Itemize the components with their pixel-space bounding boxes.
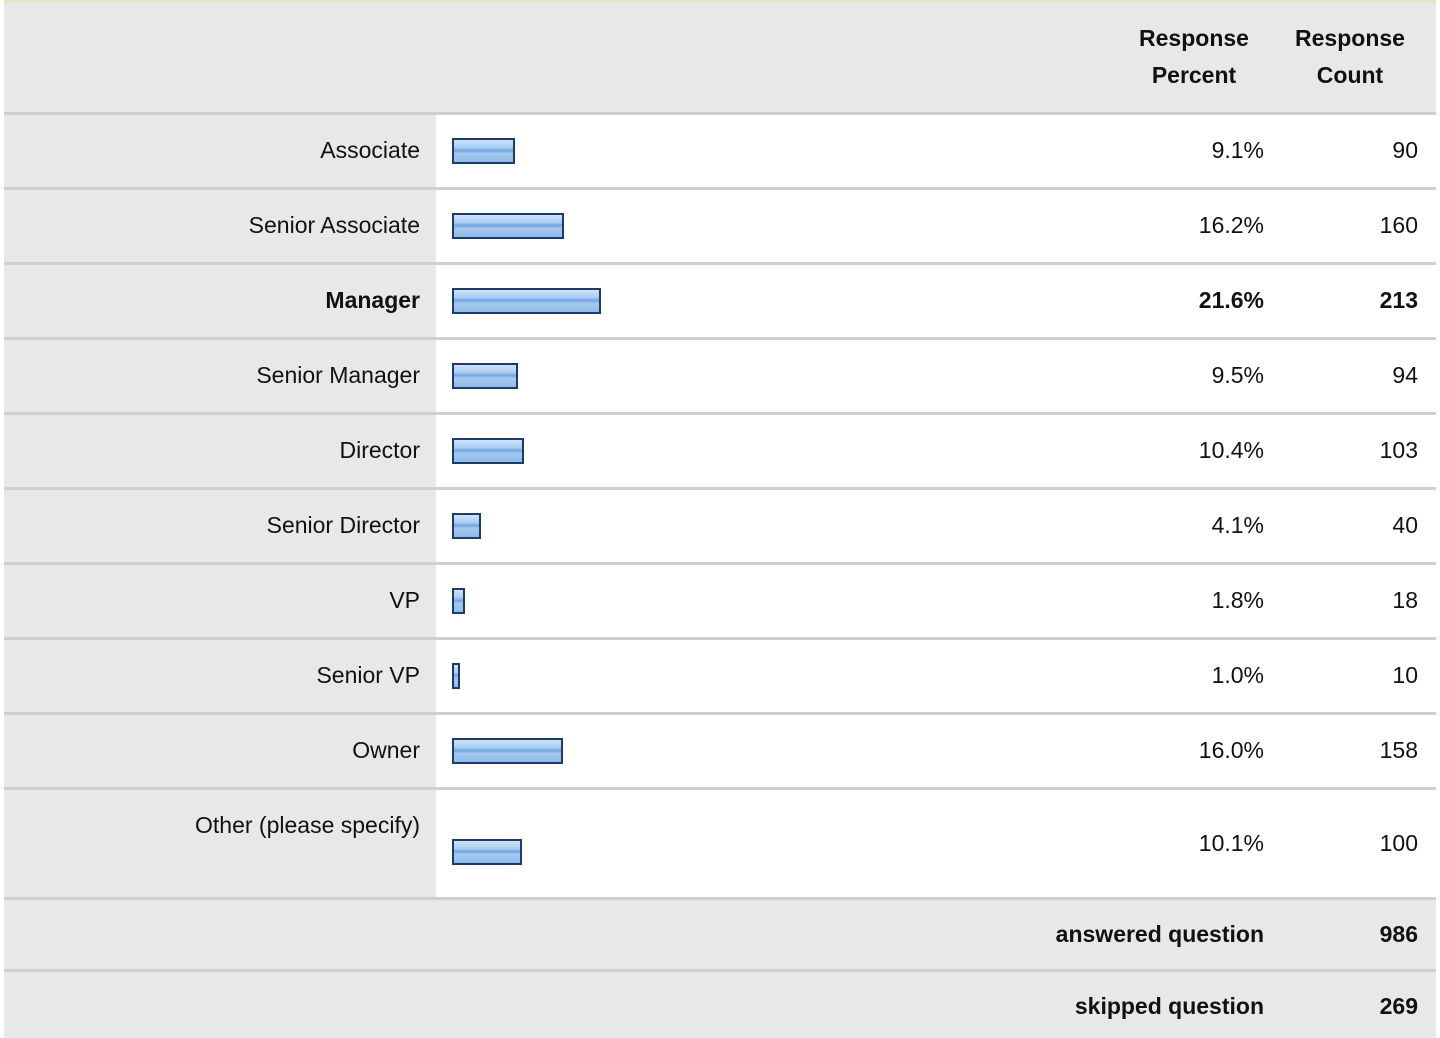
answer-label: Owner [4,711,436,788]
answered-question-value: 986 [1264,896,1436,970]
answer-bar-cell [436,786,1124,898]
answer-bar [452,287,601,314]
skipped-question-label: skipped question [4,968,1264,1038]
answer-bar-cell [436,411,1124,488]
response-percent-value: 16.0% [1124,711,1264,788]
answer-row: Senior Associate 16.2% 160 [4,186,1436,263]
response-count-value: 10 [1264,636,1436,713]
answer-bar [452,512,481,539]
response-count-value: 158 [1264,711,1436,788]
response-percent-value: 4.1% [1124,486,1264,563]
response-percent-value: 9.5% [1124,336,1264,413]
header-row: Response Percent Response Count [4,3,1436,113]
answer-bar-cell [436,636,1124,713]
answered-question-label: answered question [4,896,1264,970]
response-count-value: 90 [1264,111,1436,188]
response-count-header-line1: Response [1295,25,1405,52]
answer-bar [452,587,465,614]
response-percent-value: 10.4% [1124,411,1264,488]
response-percent-value: 9.1% [1124,111,1264,188]
answer-bar-cell [436,486,1124,563]
skipped-row: skipped question 269 [4,968,1436,1038]
response-percent-header-line1: Response [1139,25,1249,52]
header-bar-spacer [436,3,1124,113]
answer-bar [452,737,563,764]
answer-row: Manager 21.6% 213 [4,261,1436,338]
response-count-header-line2: Count [1316,62,1384,89]
answer-bar-cell [436,261,1124,338]
answer-label: Manager [4,261,436,338]
answer-bar-cell [436,336,1124,413]
answer-bar [452,362,518,389]
answer-label: Senior VP [4,636,436,713]
answer-row: Senior Director 4.1% 40 [4,486,1436,563]
response-count-header: Response Count [1264,3,1436,113]
answer-row: Director 10.4% 103 [4,411,1436,488]
answer-row: Owner 16.0% 158 [4,711,1436,788]
answer-bar-cell [436,711,1124,788]
response-count-value: 103 [1264,411,1436,488]
response-count-value: 160 [1264,186,1436,263]
answer-bar-cell [436,186,1124,263]
answer-bar [452,437,524,464]
answer-label: Senior Director [4,486,436,563]
answer-label: Associate [4,111,436,188]
answer-bar [452,212,564,239]
answer-row: VP 1.8% 18 [4,561,1436,638]
answer-bar-cell [436,111,1124,188]
response-percent-value: 1.0% [1124,636,1264,713]
answer-label: VP [4,561,436,638]
answer-row: Senior Manager 9.5% 94 [4,336,1436,413]
answer-bar [452,137,515,164]
response-percent-header-line2: Percent [1151,62,1237,89]
response-percent-value: 10.1% [1124,786,1264,898]
skipped-question-value: 269 [1264,968,1436,1038]
response-count-value: 40 [1264,486,1436,563]
response-percent-value: 21.6% [1124,261,1264,338]
response-percent-value: 16.2% [1124,186,1264,263]
answer-bar [452,839,522,865]
answer-label: Director [4,411,436,488]
response-count-value: 94 [1264,336,1436,413]
answer-bar-cell [436,561,1124,638]
response-count-value: 18 [1264,561,1436,638]
answered-row: answered question 986 [4,896,1436,970]
answer-rows: Associate 9.1% 90 Senior Associate 16.2% 160 M… [4,111,1436,898]
response-count-value: 213 [1264,261,1436,338]
answer-row: Associate 9.1% 90 [4,111,1436,188]
answer-label: Other (please specify) [4,786,436,898]
response-percent-header: Response Percent [1124,3,1264,113]
answer-row: Other (please specify) 10.1% 100 [4,786,1436,898]
answer-row: Senior VP 1.0% 10 [4,636,1436,713]
response-percent-value: 1.8% [1124,561,1264,638]
survey-results-table: Response Percent Response Count Associat… [4,3,1436,1038]
answer-label: Senior Associate [4,186,436,263]
answer-bar [452,662,460,689]
response-count-value: 100 [1264,786,1436,898]
answer-label: Senior Manager [4,336,436,413]
header-label-spacer [4,3,436,113]
